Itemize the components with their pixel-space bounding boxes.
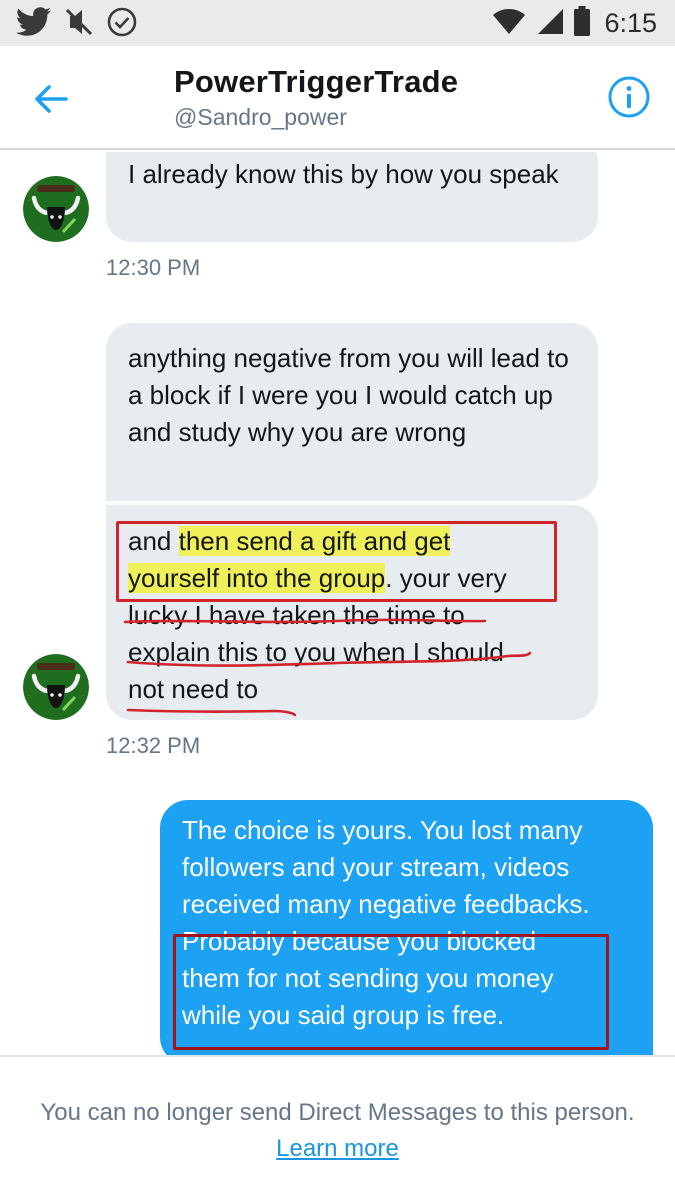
annotation-box — [173, 934, 609, 1050]
learn-more-link[interactable]: Learn more — [276, 1135, 399, 1162]
message-text-part: not need to — [128, 674, 259, 704]
signal-icon — [536, 7, 564, 40]
conversation-handle: @Sandro_power — [174, 104, 347, 130]
avatar[interactable] — [23, 176, 89, 242]
annotation-box — [116, 521, 557, 602]
info-button[interactable] — [606, 74, 652, 120]
back-button[interactable] — [28, 76, 74, 122]
status-bar: 6:15 — [0, 0, 675, 46]
message-line: received many negative feedbacks. — [182, 889, 590, 919]
dm-disabled-notice: You can no longer send Direct Messages t… — [0, 1055, 675, 1200]
avatar[interactable] — [23, 654, 89, 720]
incoming-message[interactable]: I already know this by how you speak — [106, 152, 598, 242]
conversation-title: PowerTriggerTrade — [174, 64, 459, 99]
message-text-part: explain this to you when I should — [128, 637, 504, 667]
message-text-part: lucky I have taken the time to — [128, 600, 465, 630]
status-time: 6:15 — [604, 8, 657, 38]
info-icon — [608, 76, 650, 118]
incoming-message[interactable]: anything negative from you will lead to … — [106, 323, 598, 501]
twitter-icon — [15, 7, 52, 42]
message-list[interactable]: I already know this by how you speak 12:… — [0, 152, 675, 1055]
arrow-left-icon — [35, 85, 68, 113]
message-line: followers and your stream, videos — [182, 852, 570, 882]
timestamp: 12:32 PM — [106, 733, 201, 758]
message-line: The choice is yours. You lost many — [182, 815, 583, 845]
timestamp: 12:30 PM — [106, 255, 201, 280]
message-text: anything negative from you will lead to … — [128, 343, 569, 447]
conversation-header: PowerTriggerTrade @Sandro_power — [0, 46, 675, 150]
check-circle-icon — [106, 6, 138, 43]
battery-icon — [574, 6, 591, 41]
mute-icon — [64, 7, 94, 42]
wifi-icon — [492, 7, 526, 40]
conversation-title-block[interactable]: PowerTriggerTrade @Sandro_power — [174, 64, 458, 131]
message-text: I already know this by how you speak — [128, 159, 559, 189]
notice-text: You can no longer send Direct Messages t… — [40, 1099, 635, 1126]
